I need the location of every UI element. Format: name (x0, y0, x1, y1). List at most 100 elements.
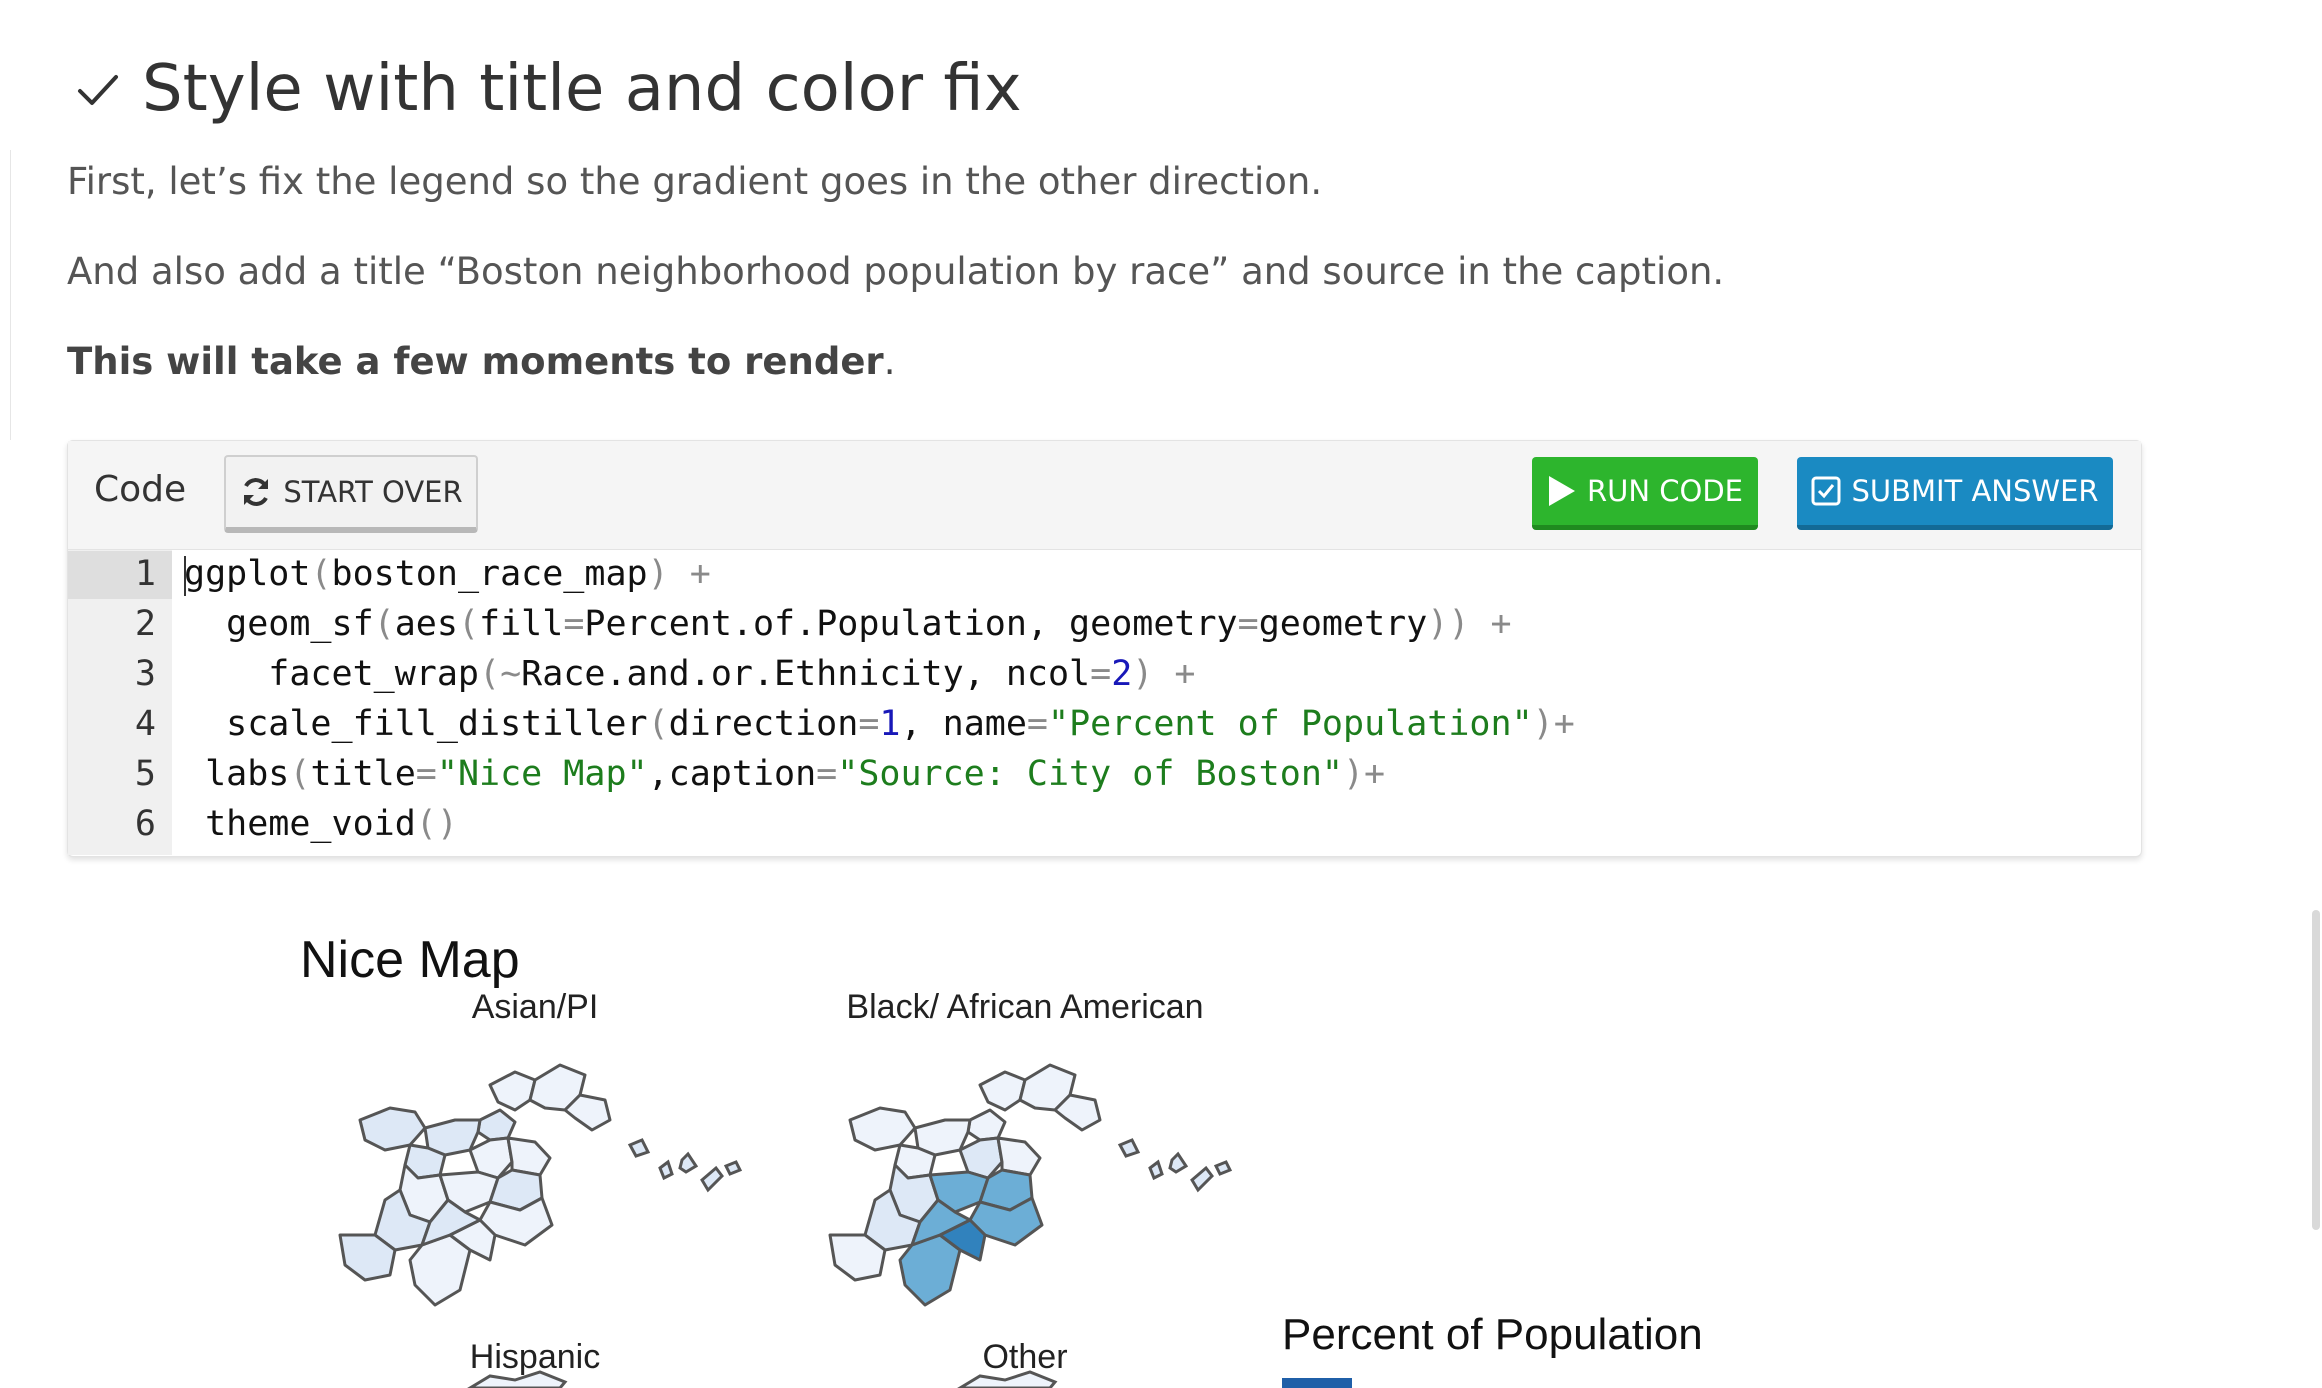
code-token: ( (310, 554, 332, 594)
neighborhood-allston (358, 1106, 427, 1152)
harbor-island (1190, 1165, 1214, 1193)
code-token: aes (394, 604, 458, 644)
code-line: scale_fill_distiller(direction=1, name="… (184, 704, 1575, 744)
code-token: title (310, 754, 416, 794)
instruction-paragraph-1: First, let’s fix the legend so the gradi… (67, 160, 1323, 203)
code-token: scale_fill_distiller (184, 704, 648, 744)
code-token: geometry (1258, 604, 1428, 644)
legend-color-swatch (1282, 1378, 1352, 1388)
facet-label-black: Black/ African American (846, 988, 1204, 1026)
submit-answer-label: SUBMIT ANSWER (1851, 474, 2099, 508)
black-neighborhoods (828, 1063, 1233, 1307)
start-over-button[interactable]: START OVER (224, 455, 478, 533)
code-token: "Source: City of Boston" (837, 754, 1343, 794)
line-number: 1 (134, 554, 156, 594)
code-line: theme_void() (184, 804, 458, 844)
harbor-island (1213, 1160, 1233, 1176)
code-token: ( (457, 604, 480, 644)
neighborhood-charlestown (978, 1070, 1027, 1112)
code-token: = (415, 754, 437, 794)
harbor-island (678, 1151, 699, 1174)
plot-title: Nice Map (300, 931, 520, 989)
map-facet-asian-pi (338, 1063, 743, 1307)
code-label: Code (94, 469, 187, 510)
code-token: )+ (1532, 704, 1575, 744)
neighborhood-north-end (966, 1108, 1007, 1142)
code-line: ggplot(boston_race_map) + (184, 554, 711, 594)
code-token: fill (479, 604, 564, 644)
start-over-label: START OVER (283, 475, 463, 509)
harbor-island (1117, 1138, 1141, 1158)
map-facet-hispanic (467, 1370, 568, 1388)
code-token: ggplot (184, 554, 311, 594)
neighborhood-charlestown (488, 1070, 537, 1112)
play-icon (1548, 476, 1575, 506)
line-number: 4 (134, 704, 156, 744)
harbor-island (723, 1160, 743, 1176)
code-token: = (1237, 604, 1259, 644)
line-number: 5 (134, 754, 156, 794)
facet-label-asian-pi: Asian/PI (471, 988, 599, 1026)
code-token: 2 (1111, 654, 1133, 694)
code-token: direction (668, 704, 859, 744)
code-token: )) + (1427, 604, 1512, 644)
code-token: ( (373, 604, 395, 644)
instruction-paragraph-2: And also add a title “Boston neighborhoo… (67, 250, 1725, 293)
harbor-island (1148, 1159, 1164, 1181)
line-number: 2 (134, 604, 156, 644)
left-rail (0, 150, 11, 440)
neighborhood-top-edge (467, 1370, 568, 1388)
legend-title: Percent of Population (1282, 1310, 1703, 1359)
code-token: = (563, 604, 585, 644)
map-facet-black (828, 1063, 1233, 1307)
code-token: )+ (1342, 754, 1386, 794)
code-token: () (415, 804, 458, 844)
submit-answer-button[interactable]: SUBMIT ANSWER (1797, 457, 2113, 530)
code-token: theme_void (184, 804, 416, 844)
code-token: Race.and.or.Ethnicity, ncol (521, 654, 1091, 694)
code-token: "Percent of Population" (1048, 704, 1533, 744)
code-token: boston_race_map (331, 554, 648, 594)
refresh-icon (244, 478, 269, 506)
code-token: ( (289, 754, 311, 794)
code-token: Percent.of.Population, geometry (584, 604, 1238, 644)
render-note-bold: This will take a few moments to render (67, 340, 884, 383)
code-token: = (858, 704, 880, 744)
checkbox-icon (1811, 476, 1841, 506)
line-number: 6 (134, 804, 156, 844)
run-code-button[interactable]: RUN CODE (1532, 457, 1758, 530)
map-facet-other (957, 1370, 1058, 1388)
code-line: geom_sf(aes(fill=Percent.of.Population, … (184, 604, 1512, 644)
code-token: "Nice Map" (436, 754, 648, 794)
code-panel-header: Code START OVER RUN CODE SUBMIT ANSWER (68, 441, 2141, 550)
neighborhood-allston (848, 1106, 917, 1152)
run-code-label: RUN CODE (1586, 474, 1744, 508)
code-token: + (668, 554, 711, 594)
code-token: geom_sf (184, 604, 374, 644)
page-scrollbar[interactable] (2312, 910, 2320, 1230)
harbor-island (627, 1138, 651, 1158)
code-token: facet_wrap (184, 654, 480, 694)
harbor-island (658, 1159, 674, 1181)
code-token: ) + (1132, 654, 1196, 694)
code-token: ,caption (647, 754, 817, 794)
section-heading[interactable]: Style with title and color fix (74, 44, 1022, 134)
code-token: , name (900, 704, 1027, 744)
neighborhood-top-edge (957, 1370, 1058, 1388)
code-token: 1 (879, 704, 901, 744)
code-token: = (816, 754, 838, 794)
code-token: (~ (479, 654, 522, 694)
harbor-island (1168, 1151, 1189, 1174)
code-token: ) (647, 554, 669, 594)
code-exercise-panel: Code START OVER RUN CODE SUBMIT ANSWER 1… (67, 440, 2142, 857)
code-editor[interactable]: 123456 ggplot(boston_race_map) + geom_sf… (68, 550, 2141, 855)
render-note-tail: . (883, 340, 896, 383)
code-token: = (1026, 704, 1048, 744)
code-token: ( (647, 704, 669, 744)
check-icon (78, 75, 118, 105)
asian-pi-neighborhoods (338, 1063, 743, 1307)
code-token: = (1090, 654, 1112, 694)
section-title: Style with title and color fix (142, 52, 1022, 126)
line-number: 3 (134, 654, 156, 694)
render-note: This will take a few moments to render. (67, 340, 895, 383)
